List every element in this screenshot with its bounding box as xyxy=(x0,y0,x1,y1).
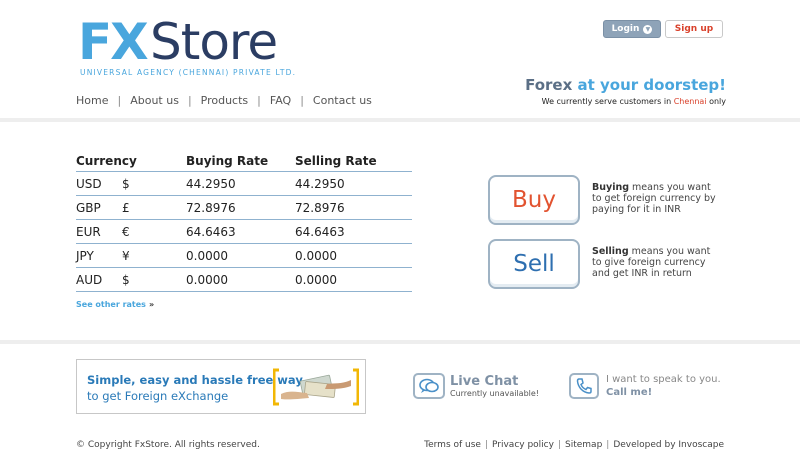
call-me-link[interactable]: Call me! xyxy=(606,387,652,398)
currency-symbol: $ xyxy=(122,272,130,287)
rates-header-row: Currency Buying Rate Selling Rate xyxy=(76,150,412,172)
logo-tagline: UNIVERSAL AGENCY (CHENNAI) PRIVATE LTD. xyxy=(80,68,297,77)
login-button[interactable]: Login ▼ xyxy=(603,20,661,38)
currency-cell: EUR € xyxy=(76,225,186,239)
currency-cell: AUD $ xyxy=(76,273,186,287)
fxstore-logo[interactable]: FX Store UNIVERSAL AGENCY (CHENNAI) PRIV… xyxy=(78,13,297,77)
signup-label: Sign up xyxy=(674,24,714,34)
tagline-sub: We currently serve customers in Chennai … xyxy=(525,97,726,106)
see-other-rates-label: See other rates xyxy=(76,300,146,309)
tagline-forex: Forex xyxy=(525,76,573,94)
rates-table: Currency Buying Rate Selling Rate USD $ 4… xyxy=(76,150,412,292)
currency-code: AUD xyxy=(76,272,103,287)
selling-rate-cell: 0.0000 xyxy=(295,272,337,287)
table-row: GBP £ 72.8976 72.8976 xyxy=(76,196,412,220)
promo-banner[interactable]: Simple, easy and hassle free way to get … xyxy=(76,359,366,414)
login-label: Login xyxy=(611,24,640,34)
footer-privacy-link[interactable]: Privacy policy xyxy=(492,440,554,450)
table-row: AUD $ 0.0000 0.0000 xyxy=(76,268,412,292)
footer-links: Terms of use | Privacy policy | Sitemap … xyxy=(424,440,724,450)
promo-text: Simple, easy and hassle free way to get … xyxy=(87,372,303,404)
logo-fx-text: FX xyxy=(78,13,149,71)
buying-rate-cell: 72.8976 xyxy=(186,200,236,215)
buying-rate-cell: 0.0000 xyxy=(186,272,228,287)
tagline-sub-suffix: only xyxy=(706,97,726,106)
table-row: JPY ¥ 0.0000 0.0000 xyxy=(76,244,412,268)
live-chat-title[interactable]: Live Chat xyxy=(450,374,518,389)
chevron-down-icon: ▼ xyxy=(643,24,653,34)
nav-contact-us[interactable]: Contact us xyxy=(304,94,381,107)
nav-about-us[interactable]: About us xyxy=(121,94,188,107)
nav-home[interactable]: Home xyxy=(76,94,117,107)
header-selling-rate: Selling Rate xyxy=(295,153,377,168)
buy-description: Buying means you want to get foreign cur… xyxy=(592,182,722,215)
currency-code: JPY xyxy=(76,248,94,263)
site-header: FX Store UNIVERSAL AGENCY (CHENNAI) PRIV… xyxy=(0,0,800,118)
tagline: Forex at your doorstep! We currently ser… xyxy=(525,76,726,106)
currency-code: GBP xyxy=(76,200,101,215)
sell-desc-bold: Selling xyxy=(592,246,629,257)
tagline-city: Chennai xyxy=(673,97,707,106)
currency-symbol: £ xyxy=(122,200,130,215)
currency-cell: GBP £ xyxy=(76,201,186,215)
header-buying-rate: Buying Rate xyxy=(186,153,269,168)
copyright-text: © Copyright FxStore. All rights reserved… xyxy=(76,440,260,450)
call-me-prompt: I want to speak to you. xyxy=(606,374,721,385)
phone-icon[interactable] xyxy=(569,373,599,399)
chat-bubble-icon[interactable] xyxy=(413,373,445,399)
main-nav: Home | About us | Products | FAQ | Conta… xyxy=(76,94,381,107)
footer-developer-link[interactable]: Developed by Invoscape xyxy=(613,440,724,450)
promo-line-2: to get Foreign eXchange xyxy=(87,389,229,403)
currency-code: USD xyxy=(76,176,102,191)
footer-separator: | xyxy=(484,440,489,450)
buying-rate-cell: 44.2950 xyxy=(186,176,236,191)
sell-button[interactable]: Sell xyxy=(488,239,580,289)
buying-rate-cell: 0.0000 xyxy=(186,248,228,263)
footer-terms-link[interactable]: Terms of use xyxy=(424,440,481,450)
sell-description: Selling means you want to give foreign c… xyxy=(592,246,722,279)
tagline-main: Forex at your doorstep! xyxy=(525,76,726,94)
selling-rate-cell: 0.0000 xyxy=(295,248,337,263)
currency-symbol: $ xyxy=(122,176,130,191)
live-chat-status: Currently unavailable! xyxy=(450,389,540,398)
tagline-sub-prefix: We currently serve customers in xyxy=(541,97,674,106)
buying-rate-cell: 64.6463 xyxy=(186,224,236,239)
promo-line-1: Simple, easy and hassle free way xyxy=(87,373,303,387)
selling-rate-cell: 64.6463 xyxy=(295,224,345,239)
currency-symbol: ¥ xyxy=(122,248,130,263)
header-divider xyxy=(0,118,800,122)
footer-separator: | xyxy=(557,440,562,450)
nav-faq[interactable]: FAQ xyxy=(261,94,300,107)
selling-rate-cell: 44.2950 xyxy=(295,176,345,191)
table-row: USD $ 44.2950 44.2950 xyxy=(76,172,412,196)
buy-button[interactable]: Buy xyxy=(488,175,580,225)
logo-store-text: Store xyxy=(150,13,278,71)
footer-sitemap-link[interactable]: Sitemap xyxy=(565,440,602,450)
see-other-rates-link[interactable]: See other rates» xyxy=(76,300,154,309)
table-row: EUR € 64.6463 64.6463 xyxy=(76,220,412,244)
content-divider xyxy=(0,340,800,344)
currency-cell: USD $ xyxy=(76,177,186,191)
header-currency: Currency xyxy=(76,153,137,168)
double-chevron-right-icon: » xyxy=(148,300,155,309)
sell-label: Sell xyxy=(513,251,555,277)
auth-buttons: Login ▼ Sign up xyxy=(603,20,723,38)
buy-label: Buy xyxy=(512,187,556,213)
tagline-accent: at your doorstep! xyxy=(572,76,727,94)
currency-symbol: € xyxy=(122,224,130,239)
footer-separator: | xyxy=(606,440,610,450)
nav-products[interactable]: Products xyxy=(192,94,258,107)
signup-button[interactable]: Sign up xyxy=(665,20,723,38)
selling-rate-cell: 72.8976 xyxy=(295,200,345,215)
currency-code: EUR xyxy=(76,224,101,239)
money-exchange-icon xyxy=(273,368,359,406)
buy-desc-bold: Buying xyxy=(592,182,630,193)
currency-cell: JPY ¥ xyxy=(76,249,186,263)
